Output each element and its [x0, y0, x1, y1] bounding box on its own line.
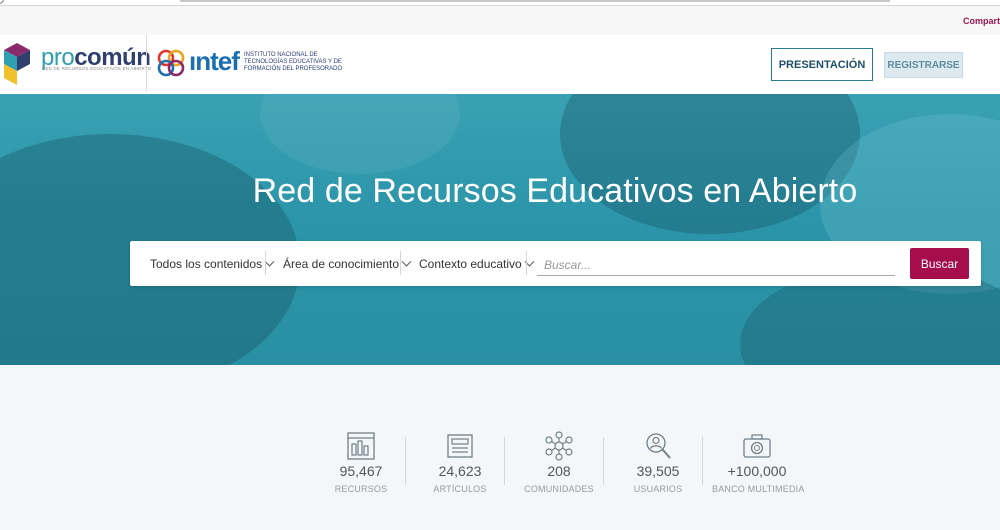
stat-resources[interactable]: 95,467 RECURSOS	[316, 431, 406, 494]
filter-educational-context-label: Contexto educativo	[419, 257, 522, 271]
search-panel: Todos los contenidos Área de conocimient…	[130, 241, 981, 286]
share-link[interactable]: Compartir	[963, 16, 1000, 26]
filter-knowledge-area-label: Área de conocimiento	[283, 257, 400, 271]
hero-bg-shape	[560, 94, 860, 234]
filter-divider	[526, 251, 527, 275]
stat-users[interactable]: 39,505 USUARIOS	[613, 431, 703, 494]
stat-divider	[702, 437, 703, 485]
stat-communities[interactable]: 208 COMUNIDADES	[514, 431, 604, 494]
intef-description: INSTITUTO NACIONAL DE TECNOLOGÍAS EDUCAT…	[244, 52, 364, 73]
register-button[interactable]: REGISTRARSE	[884, 52, 963, 78]
intef-logo-text[interactable]: ıntef	[189, 46, 240, 77]
intef-rings-icon	[157, 49, 185, 77]
users-icon	[646, 433, 671, 459]
stat-value: 95,467	[339, 463, 383, 479]
stat-label: ARTÍCULOS	[433, 484, 487, 494]
site-header: procomún RED DE RECURSOS EDUCATIVOS EN A…	[0, 35, 1000, 94]
camera-icon	[743, 434, 771, 458]
resources-icon	[347, 432, 375, 460]
stats-section: 95,467 RECURSOS 24,623 ARTÍCULOS 208 COM…	[0, 365, 1000, 530]
chevron-down-icon	[264, 256, 275, 267]
presentation-button[interactable]: PRESENTACIÓN	[771, 48, 873, 81]
communities-icon	[545, 431, 573, 461]
stat-label: COMUNIDADES	[524, 484, 594, 494]
stat-value: 39,505	[636, 463, 680, 479]
filter-knowledge-area-dropdown[interactable]: Área de conocimiento	[283, 253, 412, 275]
filter-divider	[400, 251, 401, 275]
intef-desc-line-1: INSTITUTO NACIONAL DE	[244, 52, 318, 58]
browser-top-strip	[0, 0, 1000, 6]
intef-desc-line-2: TECNOLOGÍAS EDUCATIVAS Y DE	[244, 59, 342, 65]
stat-articles[interactable]: 24,623 ARTÍCULOS	[415, 431, 505, 494]
stat-label: RECURSOS	[334, 484, 388, 494]
stat-divider	[603, 437, 604, 485]
stat-value: +100,000	[727, 463, 787, 479]
hero-title: Red de Recursos Educativos en Abierto	[252, 172, 858, 210]
hero-banner: Red de Recursos Educativos en Abierto To…	[0, 94, 1000, 365]
browser-address-bar[interactable]	[180, 0, 890, 2]
search-input[interactable]	[537, 255, 895, 276]
filter-divider	[265, 251, 266, 275]
procomun-cube-logo-icon	[4, 43, 30, 85]
stat-label: BANCO MULTIMEDIA	[712, 484, 805, 494]
stat-divider	[405, 437, 406, 485]
filter-educational-context-dropdown[interactable]: Contexto educativo	[419, 253, 535, 275]
articles-icon	[447, 434, 473, 458]
stat-media-bank[interactable]: +100,000 BANCO MULTIMEDIA	[712, 431, 805, 494]
stat-label: USUARIOS	[633, 484, 683, 494]
stat-value: 24,623	[438, 463, 482, 479]
filter-all-contents-label: Todos los contenidos	[150, 257, 263, 271]
logo-divider	[146, 35, 147, 91]
chevron-down-icon	[401, 256, 412, 267]
search-button[interactable]: Buscar	[910, 248, 969, 279]
stat-divider	[504, 437, 505, 485]
procomun-tagline: RED DE RECURSOS EDUCATIVOS EN ABIERTO	[42, 66, 152, 71]
share-bar: Compartir	[0, 7, 1000, 35]
filter-all-contents-dropdown[interactable]: Todos los contenidos	[150, 253, 275, 275]
browser-reload-icon[interactable]	[0, 0, 4, 4]
hero-bg-shape	[260, 94, 460, 174]
intef-desc-line-3: FORMACIÓN DEL PROFESORADO	[244, 66, 343, 72]
stat-value: 208	[547, 463, 571, 479]
